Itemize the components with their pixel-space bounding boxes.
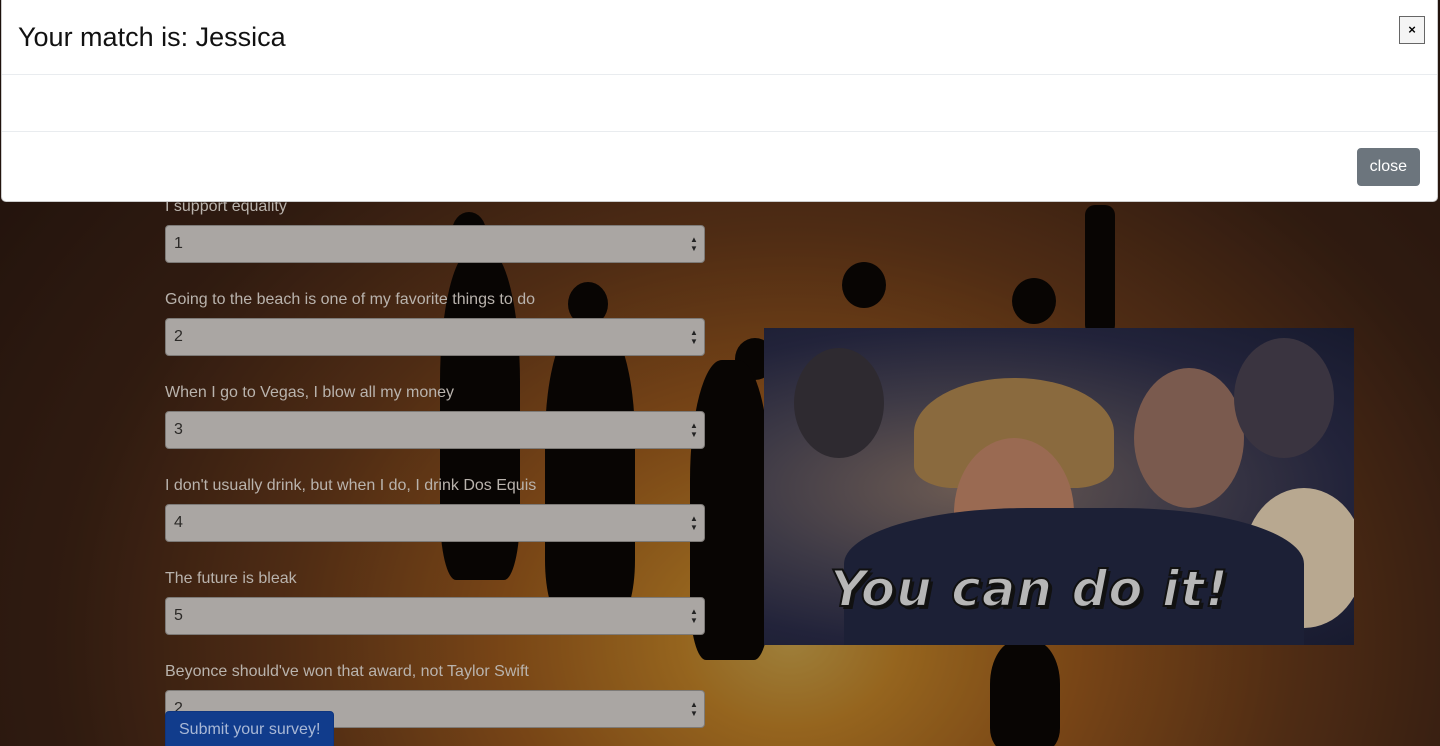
select-arrows-icon: ▲ ▼: [690, 700, 698, 718]
motivation-gif: You can do it!: [764, 328, 1354, 645]
question-4-value: 4: [174, 514, 183, 531]
modal-footer: close: [2, 132, 1437, 202]
select-arrows-icon: ▲ ▼: [690, 235, 698, 253]
question-1-select[interactable]: 1 ▲ ▼: [165, 225, 705, 263]
question-5-value: 5: [174, 607, 183, 624]
question-2-label: Going to the beach is one of my favorite…: [165, 291, 535, 308]
question-2-value: 2: [174, 328, 183, 345]
question-1-value: 1: [174, 235, 183, 252]
close-icon[interactable]: ×: [1399, 16, 1425, 44]
close-button[interactable]: close: [1356, 148, 1420, 186]
survey-form: I support equality 1 ▲ ▼ Going to the bea…: [165, 196, 705, 746]
question-3-select[interactable]: 3 ▲ ▼: [165, 411, 705, 449]
modal-title: Your match is: Jessica: [18, 22, 286, 52]
gif-caption: You can do it!: [829, 559, 1229, 619]
select-arrows-icon: ▲ ▼: [690, 328, 698, 346]
question-3-label: When I go to Vegas, I blow all my money: [165, 384, 455, 401]
select-arrows-icon: ▲ ▼: [690, 514, 698, 532]
question-4-label: I don't usually drink, but when I do, I …: [165, 477, 537, 494]
question-4-select[interactable]: 4 ▲ ▼: [165, 504, 705, 542]
match-modal: Your match is: Jessica × close: [1, 0, 1438, 202]
modal-header: Your match is: Jessica ×: [2, 0, 1437, 75]
question-3-value: 3: [174, 421, 183, 438]
modal-body: [2, 75, 1437, 132]
submit-survey-button[interactable]: Submit your survey!: [165, 711, 335, 746]
select-arrows-icon: ▲ ▼: [690, 421, 698, 439]
question-6-label: Beyonce should've won that award, not Ta…: [165, 663, 529, 680]
page: I support equality 1 ▲ ▼ Going to the bea…: [0, 0, 1440, 746]
question-2-select[interactable]: 2 ▲ ▼: [165, 318, 705, 356]
question-5-select[interactable]: 5 ▲ ▼: [165, 597, 705, 635]
select-arrows-icon: ▲ ▼: [690, 607, 698, 625]
question-5-label: The future is bleak: [165, 570, 297, 587]
